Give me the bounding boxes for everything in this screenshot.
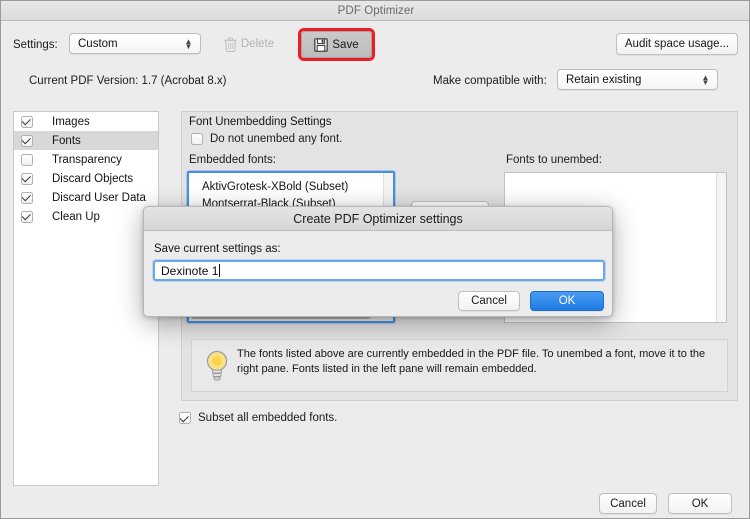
sidebar-item-fonts[interactable]: Fonts [14, 131, 158, 150]
window-titlebar: PDF Optimizer [1, 1, 749, 21]
sidebar-item-label: Fonts [52, 134, 81, 147]
sidebar-item-checkbox[interactable] [21, 210, 33, 223]
subset-all-fonts-checkbox[interactable] [179, 412, 191, 424]
text-caret [219, 264, 221, 277]
settings-label: Settings: [13, 39, 58, 51]
embedded-fonts-label: Embedded fonts: [189, 154, 276, 166]
sidebar-item-checkbox[interactable] [21, 172, 33, 185]
settings-name-input[interactable]: Dexinote 1 [153, 260, 605, 281]
sidebar-item-label: Transparency [52, 153, 122, 166]
settings-dropdown-value: Custom [78, 37, 118, 50]
sidebar-item-transparency[interactable]: Transparency [14, 150, 158, 169]
save-button[interactable]: Save [301, 31, 372, 58]
delete-button[interactable]: Delete [207, 31, 291, 57]
sidebar-item-label: Discard Objects [52, 172, 134, 185]
create-settings-dialog: Create PDF Optimizer settings Save curre… [143, 206, 613, 317]
dialog-titlebar: Create PDF Optimizer settings [144, 207, 612, 231]
subset-all-fonts-label: Subset all embedded fonts. [198, 412, 338, 424]
settings-dropdown[interactable]: Custom ▲ ▼ [69, 33, 201, 54]
sidebar-item-label: Images [52, 115, 90, 128]
sidebar-item-discard-user-data[interactable]: Discard User Data [14, 188, 158, 207]
do-not-unembed-checkbox-row[interactable]: Do not unembed any font. [191, 133, 342, 145]
audit-space-usage-label: Audit space usage... [624, 38, 730, 50]
chevron-updown-icon: ▲ ▼ [184, 36, 193, 51]
dialog-prompt: Save current settings as: [154, 243, 281, 255]
lightbulb-icon [206, 350, 228, 381]
sidebar-item-checkbox[interactable] [21, 191, 33, 204]
sidebar-item-images[interactable]: Images [14, 112, 158, 131]
sidebar-item-clean-up[interactable]: Clean Up [14, 207, 158, 226]
current-pdf-version-text: Current PDF Version: 1.7 (Acrobat 8.x) [29, 75, 227, 87]
do-not-unembed-checkbox[interactable] [191, 133, 203, 145]
delete-button-label: Delete [240, 38, 275, 50]
trash-icon [224, 37, 237, 52]
font-unembedding-title: Font Unembedding Settings [189, 116, 332, 128]
fonts-to-unembed-vscrollbar[interactable] [716, 173, 726, 322]
dialog-ok-label: OK [558, 295, 576, 307]
pdf-optimizer-window: PDF Optimizer Settings: Custom ▲ ▼ Delete… [0, 0, 750, 519]
sidebar-item-label: Clean Up [52, 210, 100, 223]
dialog-cancel-button[interactable]: Cancel [458, 291, 520, 311]
tip-text: The fonts listed above are currently emb… [237, 348, 706, 375]
ok-button-label: OK [691, 497, 709, 510]
make-compatible-dropdown[interactable]: Retain existing ▲ ▼ [557, 69, 718, 90]
fonts-to-unembed-label: Fonts to unembed: [506, 154, 602, 166]
make-compatible-value: Retain existing [566, 73, 642, 86]
make-compatible-label: Make compatible with: [433, 75, 547, 87]
window-title: PDF Optimizer [337, 4, 415, 17]
settings-category-rows: Images Fonts Transparency Discard Objects Di… [14, 112, 158, 226]
dialog-ok-button[interactable]: OK [530, 291, 604, 311]
sidebar-item-discard-objects[interactable]: Discard Objects [14, 169, 158, 188]
embedded-font-item[interactable]: AktivGrotesk-XBold (Subset) [189, 179, 393, 196]
floppy-disk-icon [314, 37, 329, 52]
chevron-updown-icon: ▲ ▼ [701, 72, 710, 87]
save-button-label: Save [332, 38, 359, 51]
sidebar-item-checkbox[interactable] [21, 134, 33, 147]
dialog-cancel-label: Cancel [471, 295, 507, 307]
ok-button[interactable]: OK [668, 493, 732, 514]
cancel-button-label: Cancel [610, 497, 646, 510]
cancel-button[interactable]: Cancel [599, 493, 657, 514]
do-not-unembed-label: Do not unembed any font. [210, 133, 343, 145]
sidebar-item-checkbox[interactable] [21, 115, 33, 128]
dialog-title: Create PDF Optimizer settings [293, 211, 463, 226]
settings-category-list[interactable]: Images Fonts Transparency Discard Objects Di… [13, 111, 159, 486]
sidebar-item-label: Discard User Data [52, 191, 146, 204]
subset-all-fonts-checkbox-row[interactable]: Subset all embedded fonts. [179, 412, 337, 424]
audit-space-usage-button[interactable]: Audit space usage... [616, 33, 738, 55]
settings-name-input-value: Dexinote 1 [161, 263, 219, 278]
fonts-to-unembed-items [505, 173, 726, 179]
sidebar-item-checkbox[interactable] [21, 153, 33, 166]
